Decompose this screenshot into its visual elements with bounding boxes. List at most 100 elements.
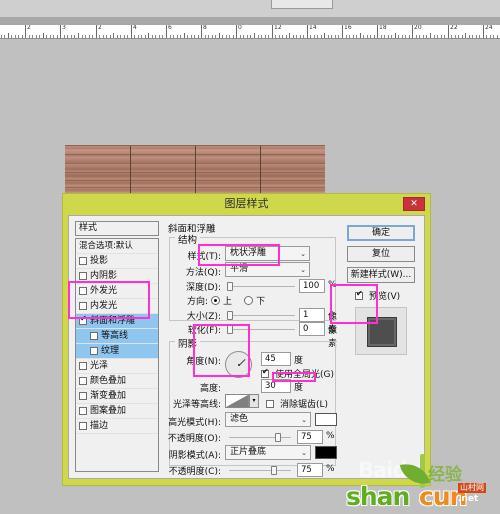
- style-label: 样式(T):: [187, 252, 221, 262]
- ruler-minor-tick: [402, 35, 403, 38]
- gloss-contour-swatch[interactable]: [225, 394, 249, 408]
- style-item-checkbox[interactable]: [79, 257, 87, 265]
- style-item-checkbox[interactable]: [79, 315, 87, 325]
- ruler-minor-tick: [381, 35, 382, 38]
- style-item-checkbox[interactable]: [79, 272, 87, 280]
- ruler-minor-tick: [465, 33, 466, 38]
- wood-grain-line: [65, 180, 325, 181]
- depth-slider-knob[interactable]: [227, 282, 233, 291]
- style-list-item[interactable]: 渐变叠加: [76, 389, 158, 404]
- highlight-mode-select[interactable]: 滤色 ⌄: [225, 412, 311, 427]
- watermark-shan: shan: [346, 482, 410, 511]
- document-tab[interactable]: [271, 0, 333, 9]
- ruler-minor-tick: [39, 35, 40, 38]
- style-item-checkbox[interactable]: [79, 377, 87, 385]
- ruler-minor-tick: [141, 35, 142, 38]
- style-item-checkbox[interactable]: [79, 407, 87, 415]
- ruler-minor-tick: [462, 35, 463, 38]
- ruler-minor-tick: [74, 35, 75, 38]
- style-item-checkbox[interactable]: [90, 332, 98, 340]
- shadow-opacity-knob[interactable]: [271, 466, 277, 475]
- ruler-minor-tick: [215, 35, 216, 38]
- style-list-item[interactable]: 斜面和浮雕: [76, 314, 158, 329]
- ruler-minor-tick: [120, 35, 121, 38]
- highlight-opacity-input[interactable]: 75: [297, 430, 323, 444]
- ruler-band: [0, 17, 500, 25]
- styles-list[interactable]: 混合选项:默认投影内阴影外发光内发光斜面和浮雕等高线纹理光泽颜色叠加渐变叠加图案…: [75, 238, 159, 472]
- direction-up-radio[interactable]: [211, 296, 221, 305]
- soften-input[interactable]: 0: [299, 322, 325, 336]
- style-item-label: 纹理: [101, 345, 120, 356]
- angle-dial[interactable]: [225, 351, 252, 378]
- technique-select-value: 平滑: [230, 264, 249, 274]
- soften-slider-track[interactable]: [227, 329, 295, 330]
- highlight-opacity-knob[interactable]: [275, 433, 281, 442]
- style-list-item[interactable]: 图案叠加: [76, 404, 158, 419]
- size-input[interactable]: 1: [299, 308, 325, 322]
- ruler-minor-tick: [229, 35, 230, 38]
- preview-row[interactable]: 预览(V): [355, 289, 400, 302]
- anti-alias-row[interactable]: 消除锯齿(L): [266, 397, 328, 410]
- ruler-minor-tick: [162, 35, 163, 38]
- style-item-label: 内发光: [90, 300, 118, 311]
- soften-slider-knob[interactable]: [227, 325, 233, 334]
- size-slider-knob[interactable]: [227, 311, 233, 320]
- close-icon[interactable]: ✕: [403, 197, 425, 211]
- ruler-minor-tick: [469, 35, 470, 38]
- size-label: 大小(Z):: [186, 312, 221, 322]
- anti-alias-label: 消除锯齿(L): [280, 400, 329, 410]
- direction-down-radio[interactable]: [244, 296, 254, 305]
- depth-input[interactable]: 100: [299, 279, 325, 293]
- style-list-item[interactable]: 内发光: [76, 299, 158, 314]
- ruler-minor-tick: [296, 35, 297, 38]
- size-slider-track[interactable]: [227, 315, 295, 316]
- style-list-item[interactable]: 纹理: [76, 344, 158, 359]
- style-item-checkbox[interactable]: [90, 347, 98, 355]
- highlight-opacity-track[interactable]: [229, 437, 291, 438]
- altitude-input[interactable]: 30: [261, 379, 291, 393]
- style-select[interactable]: 枕状浮雕 ⌄: [225, 246, 310, 261]
- style-item-checkbox[interactable]: [79, 302, 87, 310]
- style-list-item[interactable]: 外发光: [76, 284, 158, 299]
- style-item-checkbox[interactable]: [79, 362, 87, 370]
- gloss-contour-dropdown[interactable]: ▾: [249, 394, 259, 408]
- style-list-item[interactable]: 投影: [76, 254, 158, 269]
- technique-select[interactable]: 平滑 ⌄: [225, 262, 310, 277]
- style-item-checkbox[interactable]: [79, 287, 87, 295]
- ruler-label: 12: [274, 25, 282, 31]
- style-list-item[interactable]: 内阴影: [76, 269, 158, 284]
- angle-input[interactable]: 45: [261, 352, 291, 366]
- shadow-mode-select[interactable]: 正片叠底 ⌄: [225, 445, 311, 460]
- ruler-minor-tick: [367, 35, 368, 38]
- ruler-minor-tick: [398, 35, 399, 38]
- highlight-color-swatch[interactable]: [315, 413, 337, 426]
- shadow-color-swatch[interactable]: [315, 446, 337, 459]
- global-light-checkbox[interactable]: [261, 368, 269, 378]
- wood-grain-line: [65, 154, 325, 155]
- reset-button[interactable]: 复位: [347, 246, 415, 262]
- style-list-item[interactable]: 描边: [76, 419, 158, 434]
- shadow-opacity-track[interactable]: [229, 470, 291, 471]
- wood-texture-image: [65, 145, 325, 193]
- ruler-label: 24: [485, 25, 493, 31]
- preview-checkbox[interactable]: [355, 290, 363, 300]
- new-style-button[interactable]: 新建样式(W)...: [347, 267, 415, 283]
- horizontal-ruler[interactable]: 2 3 2 4 6 8 0 12 14 16 18 20 22 24: [0, 25, 500, 39]
- ruler-minor-tick: [226, 35, 227, 38]
- depth-slider-track[interactable]: [227, 286, 295, 287]
- ruler-minor-tick: [205, 35, 206, 38]
- shadow-opacity-input[interactable]: 75: [297, 463, 323, 477]
- ruler-minor-tick: [455, 35, 456, 38]
- anti-alias-checkbox[interactable]: [266, 399, 274, 408]
- style-item-checkbox[interactable]: [79, 392, 87, 400]
- style-list-item[interactable]: 光泽: [76, 359, 158, 374]
- ruler-minor-tick: [243, 35, 244, 38]
- preview-label: 预览(V): [369, 292, 401, 302]
- dialog-title: 图层样式: [224, 197, 269, 210]
- ok-button[interactable]: 确定: [347, 225, 415, 241]
- ruler-minor-tick: [331, 35, 332, 38]
- style-item-checkbox[interactable]: [79, 422, 87, 430]
- style-list-item[interactable]: 混合选项:默认: [76, 239, 158, 254]
- style-list-item[interactable]: 颜色叠加: [76, 374, 158, 389]
- style-list-item[interactable]: 等高线: [76, 329, 158, 344]
